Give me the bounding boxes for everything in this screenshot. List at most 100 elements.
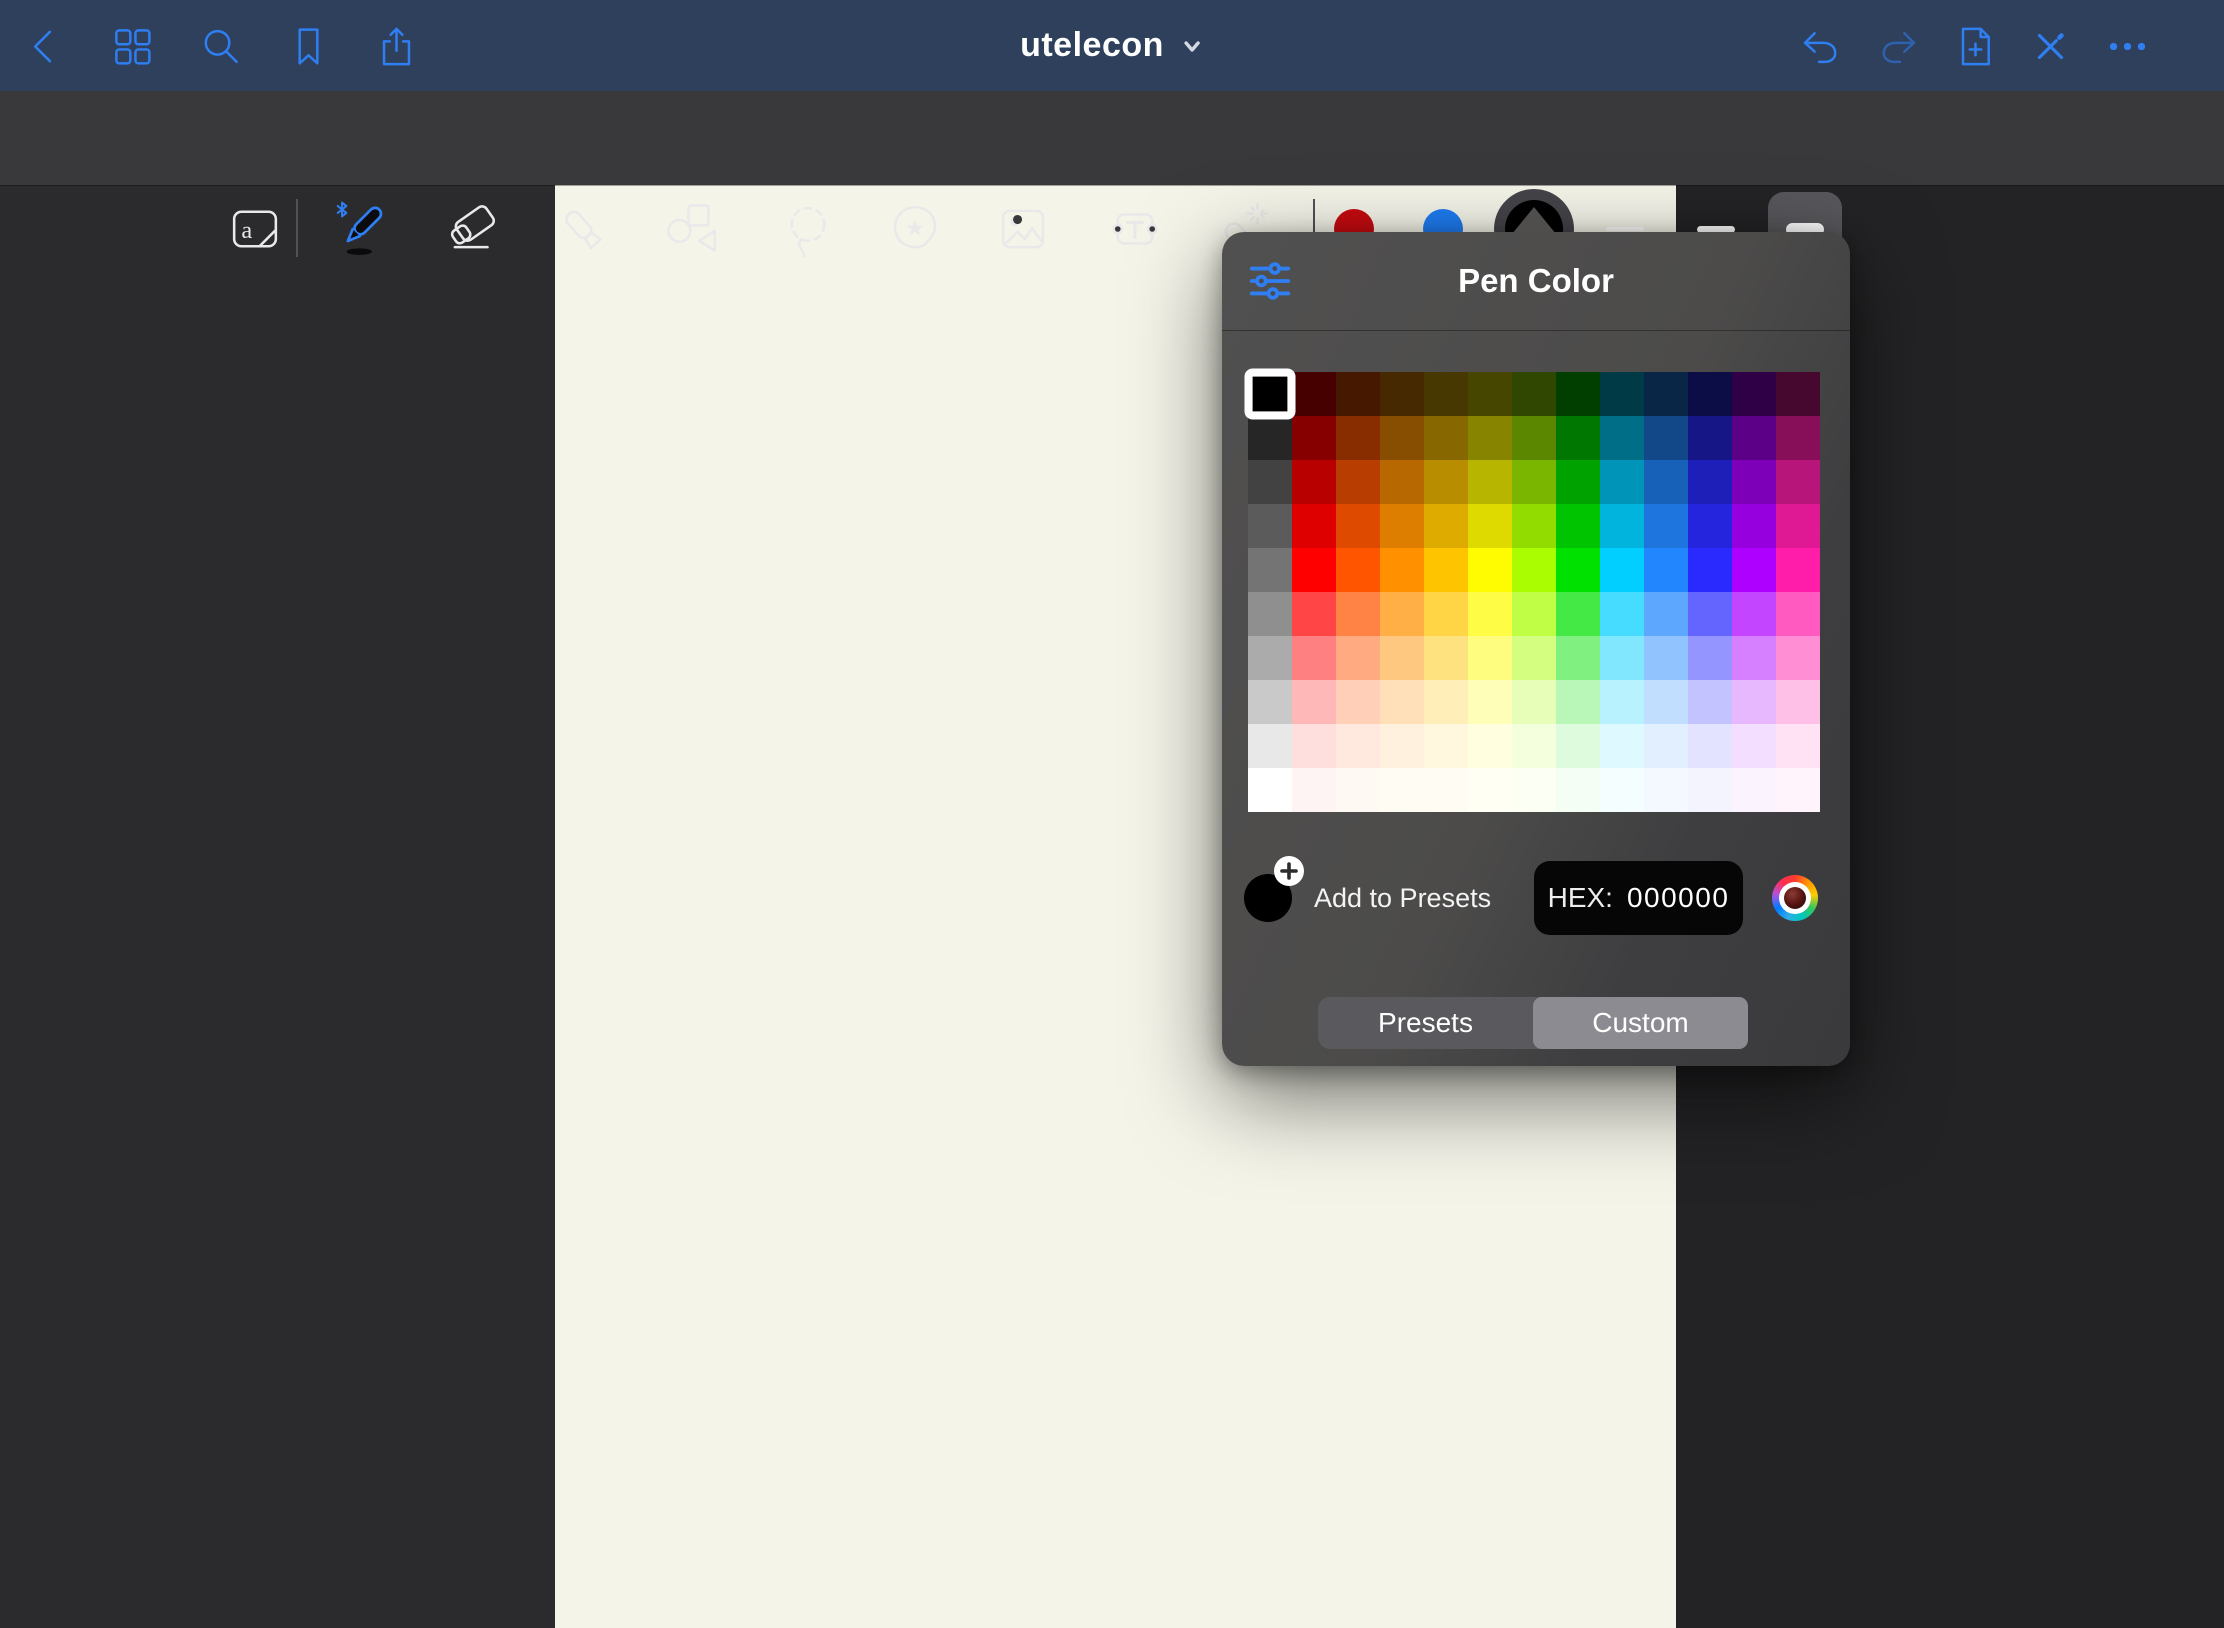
color-cell[interactable] [1512,460,1556,504]
color-cell[interactable] [1336,548,1380,592]
color-cell[interactable] [1468,372,1512,416]
color-cell[interactable] [1732,592,1776,636]
color-cell[interactable] [1732,768,1776,812]
color-cell[interactable] [1380,460,1424,504]
color-cell[interactable] [1424,680,1468,724]
color-cell[interactable] [1512,504,1556,548]
color-cell[interactable] [1380,768,1424,812]
color-cell[interactable] [1248,416,1292,460]
color-cell[interactable] [1468,680,1512,724]
document-title-menu[interactable]: utelecon [1020,0,1204,91]
color-cell[interactable] [1776,460,1820,504]
color-cell[interactable] [1644,592,1688,636]
pen-tool[interactable] [325,197,397,261]
color-cell[interactable] [1600,724,1644,768]
color-cell[interactable] [1424,548,1468,592]
color-cell[interactable] [1336,460,1380,504]
color-cell[interactable] [1600,636,1644,680]
color-cell[interactable] [1776,724,1820,768]
redo-button[interactable] [1869,17,1927,75]
color-cell[interactable] [1644,504,1688,548]
color-cell[interactable] [1732,372,1776,416]
color-cell[interactable] [1468,768,1512,812]
color-cell[interactable] [1600,460,1644,504]
share-button[interactable] [367,17,425,75]
color-cell[interactable] [1424,372,1468,416]
color-cell[interactable] [1644,680,1688,724]
color-cell[interactable] [1336,504,1380,548]
color-cell[interactable] [1244,368,1295,419]
highlighter-tool[interactable] [553,197,617,261]
color-cell[interactable] [1248,636,1292,680]
color-cell[interactable] [1556,372,1600,416]
color-cell[interactable] [1776,372,1820,416]
color-cell[interactable] [1732,636,1776,680]
bookmark-button[interactable] [279,17,337,75]
color-cell[interactable] [1556,504,1600,548]
color-cell[interactable] [1644,372,1688,416]
lasso-tool[interactable] [776,197,840,261]
color-cell[interactable] [1380,680,1424,724]
color-cell[interactable] [1248,768,1292,812]
add-page-button[interactable] [1946,17,2004,75]
back-button[interactable] [16,17,74,75]
color-cell[interactable] [1292,372,1336,416]
color-cell[interactable] [1424,636,1468,680]
color-cell[interactable] [1336,416,1380,460]
color-cell[interactable] [1644,548,1688,592]
color-cell[interactable] [1732,460,1776,504]
color-cell[interactable] [1336,724,1380,768]
color-cell[interactable] [1600,592,1644,636]
color-cell[interactable] [1688,372,1732,416]
zoom-window-tool[interactable]: a [223,197,287,261]
color-cell[interactable] [1512,724,1556,768]
color-cell[interactable] [1776,416,1820,460]
color-cell[interactable] [1776,680,1820,724]
color-cell[interactable] [1380,548,1424,592]
text-tool[interactable] [1103,197,1167,261]
eraser-tool[interactable] [441,197,505,261]
color-cell[interactable] [1424,460,1468,504]
color-cell[interactable] [1776,768,1820,812]
color-cell[interactable] [1468,548,1512,592]
color-cell[interactable] [1292,548,1336,592]
tab-custom-selected[interactable]: Custom [1533,997,1748,1049]
color-cell[interactable] [1336,592,1380,636]
color-cell[interactable] [1512,592,1556,636]
color-cell[interactable] [1380,592,1424,636]
color-cell[interactable] [1556,636,1600,680]
color-cell[interactable] [1336,680,1380,724]
color-cell[interactable] [1644,724,1688,768]
color-cell[interactable] [1556,680,1600,724]
color-cell[interactable] [1644,460,1688,504]
color-cell[interactable] [1556,768,1600,812]
color-cell[interactable] [1600,416,1644,460]
color-cell[interactable] [1380,504,1424,548]
color-cell[interactable] [1688,592,1732,636]
color-wheel-button[interactable] [1772,875,1818,921]
color-cell[interactable] [1424,504,1468,548]
color-cell[interactable] [1512,636,1556,680]
color-cell[interactable] [1336,372,1380,416]
color-cell[interactable] [1776,592,1820,636]
color-cell[interactable] [1688,768,1732,812]
color-cell[interactable] [1688,548,1732,592]
color-cell[interactable] [1512,680,1556,724]
thumbnails-button[interactable] [103,17,161,75]
color-cell[interactable] [1468,636,1512,680]
color-cell[interactable] [1556,592,1600,636]
color-cell[interactable] [1248,724,1292,768]
color-cell[interactable] [1248,548,1292,592]
color-cell[interactable] [1380,724,1424,768]
more-options-button[interactable] [2098,17,2156,75]
color-cell[interactable] [1336,636,1380,680]
color-cell[interactable] [1248,680,1292,724]
shapes-tool[interactable] [661,197,725,261]
color-cell[interactable] [1556,460,1600,504]
tab-presets[interactable]: Presets [1318,997,1533,1049]
color-cell[interactable] [1732,724,1776,768]
color-cell[interactable] [1292,592,1336,636]
color-cell[interactable] [1556,416,1600,460]
color-cell[interactable] [1732,680,1776,724]
color-cell[interactable] [1424,592,1468,636]
